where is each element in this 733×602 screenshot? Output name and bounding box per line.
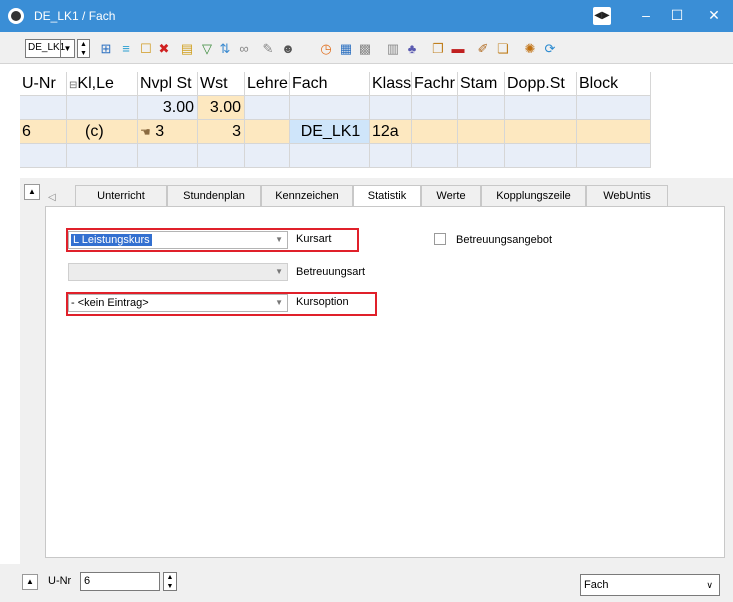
col-header-nvplst[interactable]: Nvpl St bbox=[138, 72, 198, 96]
betreuungsart-label: Betreuungsart bbox=[296, 266, 366, 278]
cell-fach[interactable]: DE_LK1 bbox=[290, 120, 370, 144]
cell-fachraum[interactable] bbox=[412, 120, 458, 144]
cell-block[interactable] bbox=[577, 120, 651, 144]
app-icon bbox=[8, 8, 24, 24]
unr-input[interactable]: 6 bbox=[80, 572, 160, 591]
maximize-button[interactable]: ☐ bbox=[663, 4, 691, 26]
view-select[interactable]: Fach ∨ bbox=[580, 574, 720, 596]
unr-spinner[interactable]: ▲ ▼ bbox=[163, 572, 177, 591]
filter-list-icon[interactable]: ▤ bbox=[179, 41, 195, 57]
cell-nvplst[interactable]: ☚ 3 bbox=[138, 120, 198, 144]
cell-stammraum[interactable] bbox=[458, 120, 505, 144]
highlight-box bbox=[66, 292, 377, 316]
hand-icon: ☚ bbox=[140, 125, 151, 139]
cell-unr[interactable]: 6 bbox=[20, 120, 67, 144]
col-header-fach[interactable]: Fach bbox=[290, 72, 370, 96]
gear-icon[interactable]: ✺ bbox=[522, 41, 538, 57]
betreuungsangebot-label: Betreuungsangebot bbox=[456, 234, 553, 246]
chevron-down-icon[interactable]: ∨ bbox=[706, 575, 713, 595]
details-panel: ▲ ◁ Unterricht Stundenplan Kennzeichen S… bbox=[20, 178, 733, 564]
tab-kennzeichen[interactable]: Kennzeichen bbox=[261, 185, 353, 207]
chevron-down-icon[interactable]: ▼ bbox=[275, 264, 283, 280]
chevron-down-icon[interactable]: ▼ bbox=[60, 40, 74, 57]
link-icon[interactable]: ∞ bbox=[236, 41, 252, 57]
table-row-selected[interactable]: 6 (c) ☚ 3 3 DE_LK1 12a bbox=[20, 120, 651, 144]
tab-unterricht[interactable]: Unterricht bbox=[75, 185, 167, 207]
new-record-icon[interactable]: ⊞ bbox=[98, 41, 114, 57]
statistik-content: L Leistungskurs ▼ Kursart Betreuungsange… bbox=[45, 206, 725, 558]
cell-lehrer[interactable] bbox=[245, 120, 290, 144]
tab-scroll-left-icon[interactable]: ◁ bbox=[48, 192, 56, 203]
record-spinner[interactable]: ▲ ▼ bbox=[77, 39, 90, 58]
unr-label: U-Nr bbox=[48, 575, 72, 587]
cell-klasse[interactable]: 12a bbox=[370, 120, 412, 144]
window-title: DE_LK1 / Fach bbox=[34, 9, 116, 23]
col-header-stammraum[interactable]: Stam bbox=[458, 72, 505, 96]
col-header-doppelstunden[interactable]: Dopp.St bbox=[505, 72, 577, 96]
col-header-fachraum[interactable]: Fachr bbox=[412, 72, 458, 96]
col-header-block[interactable]: Block bbox=[577, 72, 651, 96]
delete-icon[interactable]: ✖ bbox=[156, 41, 172, 57]
status-bar: ▲ U-Nr 6 ▲ ▼ Fach ∨ bbox=[0, 564, 733, 602]
grid-header-row: U-Nr ⊟Kl,Le Nvpl St Wst Lehrer Fach Klas… bbox=[20, 72, 651, 96]
collapse-panel-button[interactable]: ▲ bbox=[24, 184, 40, 200]
close-button[interactable]: ✕ bbox=[700, 4, 728, 26]
tab-werte[interactable]: Werte bbox=[421, 185, 481, 207]
col-header-lehrer[interactable]: Lehrer bbox=[245, 72, 290, 96]
people-icon[interactable]: ♣ bbox=[404, 41, 420, 57]
col-header-klle[interactable]: ⊟Kl,Le bbox=[67, 72, 138, 96]
table-row[interactable] bbox=[20, 144, 651, 168]
col-header-wst[interactable]: Wst bbox=[198, 72, 245, 96]
edit-icon[interactable]: ☐ bbox=[138, 41, 154, 57]
grid-icon[interactable]: ▥ bbox=[385, 41, 401, 57]
title-bar: DE_LK1 / Fach ◀▶ – ☐ ✕ bbox=[0, 0, 733, 32]
tab-webuntis[interactable]: WebUntis bbox=[586, 185, 668, 207]
col-header-klasse[interactable]: Klass bbox=[370, 72, 412, 96]
cell-wst[interactable]: 3 bbox=[198, 120, 245, 144]
user-icon[interactable]: ☻ bbox=[280, 41, 296, 57]
sort-icon[interactable]: ⇅ bbox=[217, 41, 233, 57]
betreuungsangebot-checkbox[interactable] bbox=[434, 233, 446, 245]
col-header-unr[interactable]: U-Nr bbox=[20, 72, 67, 96]
tab-stundenplan[interactable]: Stundenplan bbox=[167, 185, 261, 207]
cell-doppelstunden[interactable] bbox=[505, 120, 577, 144]
copy-icon[interactable]: ❐ bbox=[430, 41, 446, 57]
refresh-icon[interactable]: ⟳ bbox=[542, 41, 558, 57]
schedule-icon[interactable]: ▩ bbox=[357, 41, 373, 57]
toolbar: DE_LK1 ▼ ▲ ▼ ⊞ ≡ ☐ ✖ ▤ ▽ ⇅ ∞ ✎ ☻ ◷ ▦ ▩ ▥ … bbox=[0, 32, 733, 64]
sum-wst: 3.00 bbox=[198, 96, 245, 120]
cell-klle[interactable]: (c) bbox=[67, 120, 138, 144]
record-selector[interactable]: DE_LK1 ▼ bbox=[25, 39, 75, 58]
lesson-grid: U-Nr ⊟Kl,Le Nvpl St Wst Lehrer Fach Klas… bbox=[20, 72, 733, 172]
expand-button[interactable]: ▲ bbox=[22, 574, 38, 590]
highlight-box bbox=[66, 228, 359, 252]
list-icon[interactable]: ≡ bbox=[118, 41, 134, 57]
view-select-value: Fach bbox=[584, 579, 609, 591]
calendar-icon[interactable]: ▦ bbox=[338, 41, 354, 57]
page-settings-icon[interactable]: ❏ bbox=[495, 41, 511, 57]
minimize-button[interactable]: – bbox=[632, 4, 660, 26]
pencil-icon[interactable]: ✐ bbox=[475, 41, 491, 57]
window-nav-icon[interactable]: ◀▶ bbox=[593, 7, 611, 25]
tools-icon[interactable]: ✎ bbox=[260, 41, 276, 57]
clock-icon[interactable]: ◷ bbox=[318, 41, 334, 57]
sum-nvplst: 3.00 bbox=[138, 96, 198, 120]
monitor-icon[interactable]: ▬ bbox=[450, 41, 466, 57]
filter-icon[interactable]: ▽ bbox=[199, 41, 215, 57]
table-row[interactable]: 3.00 3.00 bbox=[20, 96, 651, 120]
betreuungsart-select[interactable]: ▼ bbox=[68, 263, 288, 281]
tab-kopplungszeile[interactable]: Kopplungszeile bbox=[481, 185, 586, 207]
